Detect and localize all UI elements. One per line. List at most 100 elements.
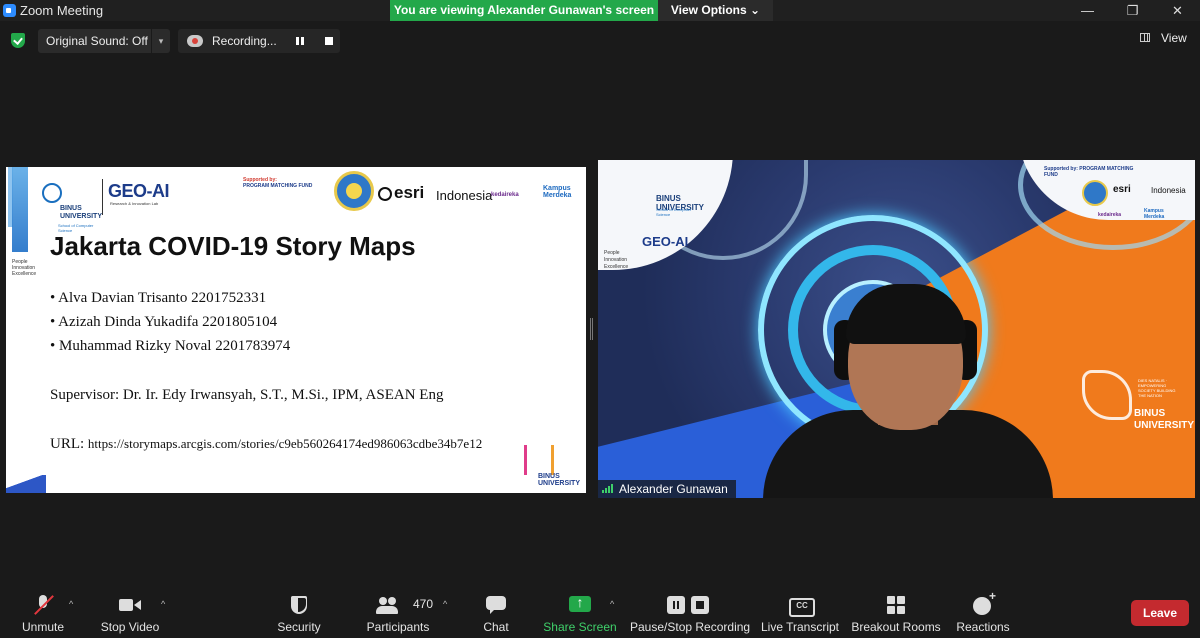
- chat-button[interactable]: Chat: [476, 586, 516, 638]
- pause-stop-recording-button[interactable]: Pause/Stop Recording: [630, 586, 750, 638]
- participants-options-caret[interactable]: ^: [443, 599, 447, 609]
- participant-name: Alexander Gunawan: [619, 482, 728, 496]
- recording-indicator: Recording...: [178, 29, 340, 53]
- security-button[interactable]: Security: [270, 586, 328, 638]
- tut-wuri-handayani-logo: [334, 171, 374, 211]
- title-bar: Zoom Meeting You are viewing Alexander G…: [0, 0, 1200, 21]
- grid-view-icon: [1140, 33, 1150, 42]
- esri-logo: esri: [394, 183, 425, 202]
- binus-mark-icon: [42, 183, 62, 203]
- member-line: • Muhammad Rizky Noval 2201783974: [50, 338, 291, 354]
- participants-count: 470: [413, 597, 434, 611]
- kampus-merdeka-logo: Kampus Merdeka: [543, 185, 572, 199]
- original-sound-button[interactable]: Original Sound: Off: [38, 29, 151, 53]
- slide-title: Jakarta COVID-19 Story Maps: [50, 231, 416, 261]
- shared-screen[interactable]: People Innovation Excellence BINUS UNIVE…: [6, 167, 586, 493]
- unmute-button[interactable]: Unmute: [14, 586, 72, 638]
- share-screen-label: Share Screen: [543, 620, 617, 634]
- stop-icon: [696, 601, 704, 609]
- mic-muted-icon: [32, 595, 54, 615]
- slide-decoration: [12, 167, 28, 252]
- binus-school: School of Computer Science: [656, 207, 692, 217]
- url-link[interactable]: https://storymaps.arcgis.com/stories/c9e…: [88, 436, 482, 451]
- breakout-rooms-icon: [885, 595, 907, 615]
- restore-button[interactable]: ❐: [1110, 0, 1155, 21]
- window-title: Zoom Meeting: [20, 3, 104, 18]
- badge-graphic: [1082, 370, 1132, 420]
- minimize-button[interactable]: —: [1065, 0, 1110, 21]
- pause-icon: [673, 601, 679, 609]
- badge-small-text: DIES NATALIS · EMPOWERING SOCIETY BUILDI…: [1138, 378, 1176, 398]
- audio-options-caret[interactable]: ^: [69, 599, 73, 609]
- original-sound-dropdown[interactable]: ▾: [152, 29, 170, 53]
- kedaireka-logo: kedaireka: [491, 192, 519, 198]
- close-button[interactable]: ✕: [1155, 0, 1200, 21]
- split-view-handle[interactable]: [590, 318, 593, 340]
- participants-label: Participants: [366, 620, 430, 634]
- pause-stop-record-icon: [667, 595, 709, 615]
- esri-globe-icon: [378, 187, 392, 201]
- badge-text: BINUS UNIVERSITY: [538, 473, 581, 487]
- url-line: URL: https://storymaps.arcgis.com/storie…: [50, 436, 482, 453]
- chevron-down-icon: ⌄: [750, 3, 761, 17]
- chat-icon: [485, 595, 507, 615]
- kedaireka-logo: kedaireka: [1098, 212, 1122, 218]
- geoai-logo: GEO-AI: [642, 234, 689, 249]
- share-screen-button[interactable]: Share Screen: [542, 586, 618, 638]
- dies-natalis-badge: BINUS UNIVERSITY: [524, 439, 580, 487]
- member-line: • Azizah Dinda Yukadifa 2201805104: [50, 314, 278, 330]
- kampus-merdeka-logo: Kampus Merdeka: [1144, 208, 1165, 220]
- esri-indonesia-text: Indonesia: [1151, 186, 1186, 195]
- bg-tagline: People Innovation Excellence: [604, 250, 629, 270]
- view-options-button[interactable]: View Options ⌄: [658, 0, 773, 21]
- esri-logo: esri: [1113, 184, 1131, 195]
- supervisor-line: Supervisor: Dr. Ir. Edy Irwansyah, S.T.,…: [50, 387, 444, 403]
- live-transcript-button[interactable]: Live Transcript: [759, 586, 841, 638]
- live-transcript-label: Live Transcript: [760, 620, 840, 634]
- url-label: URL:: [50, 436, 85, 452]
- slide-corner-decoration: [6, 475, 46, 493]
- reactions-button[interactable]: Reactions: [953, 586, 1013, 638]
- chat-label: Chat: [483, 620, 509, 634]
- esri-indonesia-text: Indonesia: [436, 188, 493, 203]
- share-screen-icon: [569, 594, 591, 612]
- participant-name-plate: Alexander Gunawan: [598, 480, 736, 498]
- video-options-caret[interactable]: ^: [161, 599, 165, 609]
- dies-natalis-badge: DIES NATALIS · EMPOWERING SOCIETY BUILDI…: [1082, 360, 1195, 440]
- supported-by-label: Supported by: PROGRAM MATCHING FUND: [1044, 166, 1134, 178]
- leave-button[interactable]: Leave: [1131, 600, 1189, 626]
- badge-graphic: [524, 445, 554, 475]
- security-shield-icon: [288, 595, 310, 615]
- breakout-rooms-button[interactable]: Breakout Rooms: [850, 586, 942, 638]
- badge-text: BINUS UNIVERSITY: [1134, 408, 1195, 431]
- pause-icon[interactable]: [294, 35, 306, 47]
- participants-icon: [376, 595, 399, 615]
- breakout-rooms-label: Breakout Rooms: [851, 620, 941, 634]
- security-label: Security: [277, 620, 321, 634]
- view-label: View: [1161, 31, 1187, 45]
- member-line: • Alva Davian Trisanto 2201752331: [50, 290, 267, 306]
- reactions-icon: [972, 589, 996, 615]
- logo-divider: [102, 179, 103, 215]
- tut-wuri-handayani-logo: [1082, 180, 1108, 206]
- zoom-app-icon: [3, 4, 16, 17]
- video-icon: [119, 595, 141, 615]
- stop-video-button[interactable]: Stop Video: [96, 586, 164, 638]
- view-button[interactable]: View: [1140, 29, 1195, 47]
- binus-logo: BINUS UNIVERSITY School of Computer Scie…: [38, 179, 103, 233]
- record-icon: [187, 35, 203, 47]
- participant-video-tile[interactable]: BINUS UNIVERSITY School of Computer Scie…: [598, 160, 1195, 498]
- meeting-toolbar: Unmute ^ Stop Video ^ Security Participa…: [0, 586, 1200, 638]
- stop-video-label: Stop Video: [100, 620, 160, 634]
- share-options-caret[interactable]: ^: [610, 599, 614, 609]
- stop-icon[interactable]: [323, 35, 335, 47]
- geoai-logo: GEO-AI: [108, 181, 170, 201]
- pause-stop-recording-label: Pause/Stop Recording: [630, 620, 751, 634]
- participants-button[interactable]: Participants: [362, 586, 434, 638]
- binus-name: BINUS UNIVERSITY: [60, 205, 103, 220]
- view-options-label: View Options: [670, 3, 747, 17]
- recording-label: Recording...: [212, 34, 277, 48]
- signal-bars-icon: [602, 484, 614, 493]
- shield-icon[interactable]: [11, 33, 25, 48]
- reactions-label: Reactions: [956, 620, 1010, 634]
